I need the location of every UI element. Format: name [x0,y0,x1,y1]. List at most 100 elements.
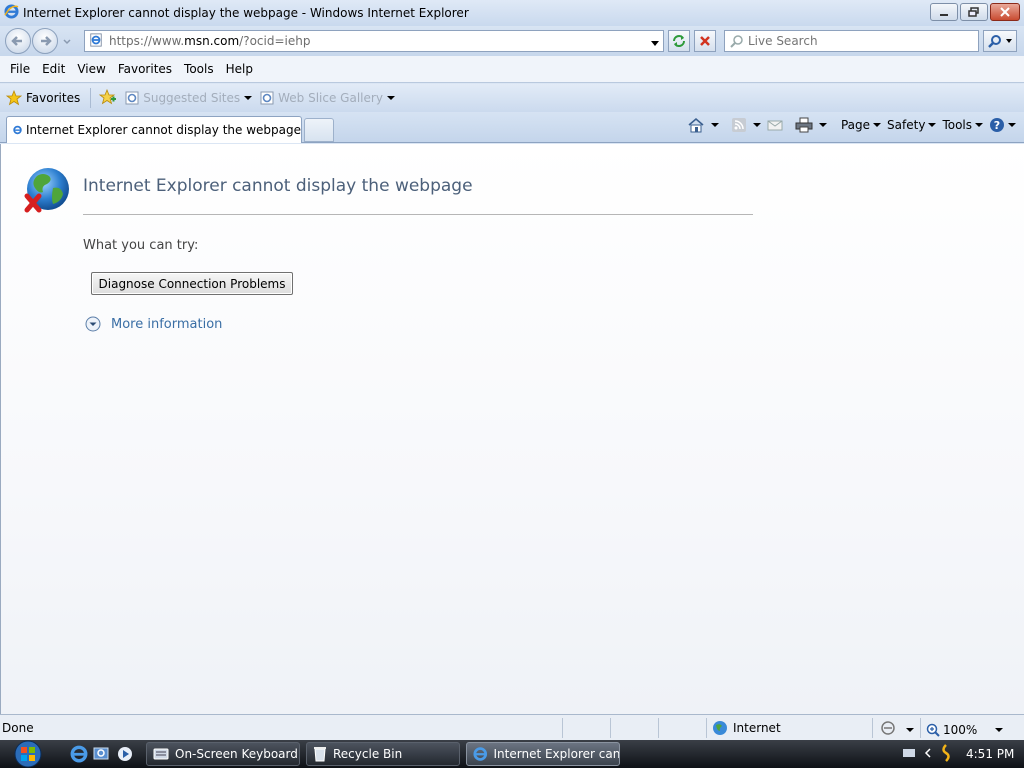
page-content: Internet Explorer cannot display the web… [0,144,1024,714]
add-favorite-button[interactable] [99,88,117,108]
task-label: Internet Explorer can... [493,747,619,761]
home-button[interactable] [687,117,705,133]
quicklaunch-ie[interactable] [70,745,88,766]
task-recycle-bin[interactable]: Recycle Bin [306,742,460,766]
ie-page-icon [260,91,274,105]
favorites-button[interactable]: Favorites [6,88,92,108]
dropdown-arrow-icon [651,41,659,46]
diagnose-connection-button[interactable]: Diagnose Connection Problems [91,272,293,295]
clock[interactable]: 4:51 PM [966,747,1014,761]
address-bar[interactable]: https://www.msn.com/?ocid=iehp [84,30,664,52]
task-label: On-Screen Keyboard [175,747,298,761]
web-slice-gallery-link[interactable]: Web Slice Gallery [260,91,395,105]
stop-button[interactable] [694,30,716,52]
close-icon [1000,7,1010,17]
taskbar: On-Screen Keyboard Recycle Bin Internet … [0,740,1024,768]
safety-menu[interactable]: Safety [887,118,937,132]
search-input[interactable] [748,34,968,48]
menu-edit[interactable]: Edit [36,62,71,76]
mail-icon [767,120,783,131]
tray-keyboard[interactable] [902,747,916,761]
recent-pages-dropdown[interactable] [62,36,72,46]
task-on-screen-keyboard[interactable]: On-Screen Keyboard [146,742,300,766]
tools-menu-label: Tools [942,118,972,132]
status-separator [562,718,563,738]
chevron-down-icon [1008,123,1016,127]
chevron-down-icon [975,123,983,127]
menu-file[interactable]: File [4,62,36,76]
close-window-button[interactable] [990,3,1020,21]
start-button[interactable] [10,740,46,768]
search-box[interactable] [724,30,979,52]
menu-bar: File Edit View Favorites Tools Help [0,56,1024,83]
favorites-label: Favorites [26,91,81,105]
zoom-level: 100% [943,722,978,737]
window-title: Internet Explorer cannot display the web… [23,6,469,20]
help-menu[interactable]: ? [989,117,1016,133]
tools-menu[interactable]: Tools [942,118,983,132]
task-internet-explorer[interactable]: Internet Explorer can... [466,742,620,766]
svg-text:?: ? [994,119,1000,132]
url-domain: msn.com [184,34,240,48]
star-icon [6,90,22,106]
status-separator [658,718,659,738]
menu-view[interactable]: View [71,62,111,76]
url-suffix: /?ocid=iehp [239,34,311,48]
tray-expand[interactable] [924,747,932,761]
more-information-link[interactable]: More information [85,316,222,332]
chevron-down-icon[interactable] [906,727,914,732]
tab-current[interactable]: Internet Explorer cannot display the web… [6,116,302,143]
status-bar: Done Internet 100% [0,714,1024,740]
refresh-button[interactable] [668,30,690,52]
chevron-down-icon[interactable] [995,727,1004,732]
protected-mode-button[interactable] [880,720,898,739]
search-button[interactable] [983,30,1017,52]
menu-tools[interactable]: Tools [178,62,220,76]
address-url[interactable]: https://www.msn.com/?ocid=iehp [109,34,310,48]
ie-logo-icon [13,125,22,135]
chevron-down-icon [1005,39,1012,43]
address-dropdown[interactable] [650,37,660,51]
suggested-sites-link[interactable]: Suggested Sites [125,91,253,105]
feeds-button[interactable] [731,117,747,133]
forward-button[interactable] [32,28,58,54]
url-prefix: https://www. [109,34,185,48]
quicklaunch-media[interactable] [116,745,134,766]
tray-sync[interactable] [940,743,952,765]
zoom-icon [926,723,940,737]
status-separator [872,718,873,738]
quicklaunch-desktop[interactable] [92,745,110,766]
new-tab-button[interactable] [304,118,334,142]
zoom-control[interactable]: 100% [926,723,977,737]
read-mail-button[interactable] [767,118,783,132]
menu-help[interactable]: Help [220,62,259,76]
task-label: Recycle Bin [333,747,403,761]
chevron-down-icon [873,123,882,127]
restore-button[interactable] [960,3,988,21]
back-arrow-icon [11,36,22,46]
minimize-icon [940,14,948,16]
status-separator [920,718,921,738]
tab-row: Internet Explorer cannot display the web… [0,112,1024,143]
web-slice-gallery-label: Web Slice Gallery [278,91,383,105]
chevron-down-icon[interactable] [710,123,719,127]
minimize-button[interactable] [930,3,958,21]
print-button[interactable] [795,117,813,133]
home-icon [688,117,704,133]
refresh-icon [673,35,685,47]
what-you-can-try-label: What you can try: [83,238,199,253]
security-zone[interactable]: Internet [712,720,781,736]
chevron-down-icon [63,39,71,45]
chevron-left-icon [924,748,931,758]
back-button[interactable] [5,28,31,54]
chevron-down-icon[interactable] [752,123,761,127]
more-information-label: More information [111,316,223,332]
ie-logo-icon [4,4,19,22]
rss-feed-icon [731,118,746,132]
media-player-icon [118,747,132,761]
chevron-down-icon [386,96,395,100]
zone-label: Internet [733,721,781,735]
chevron-down-icon[interactable] [818,123,827,127]
page-menu[interactable]: Page [841,118,882,132]
menu-favorites[interactable]: Favorites [112,62,178,76]
